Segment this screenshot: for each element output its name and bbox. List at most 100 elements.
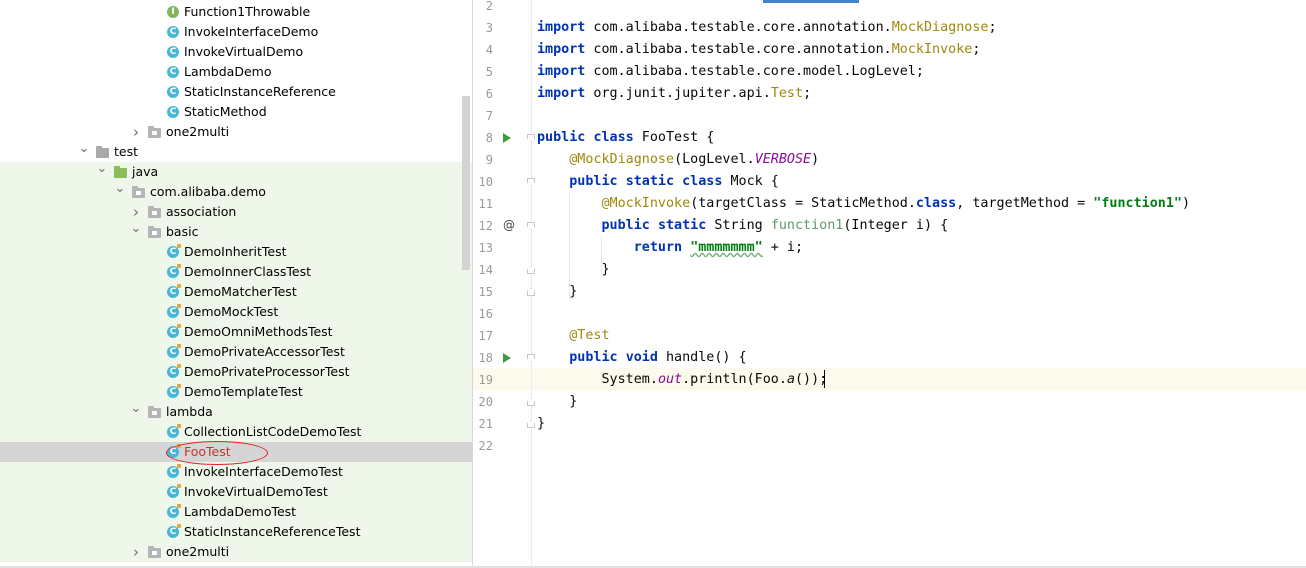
code-line[interactable]: public class FooTest { [537, 127, 714, 149]
tree-item-label: basic [166, 224, 199, 239]
code-token: return [633, 240, 683, 255]
code-token: Test [770, 86, 804, 101]
code-line[interactable]: @Test [537, 325, 609, 347]
class-icon: C [167, 46, 179, 58]
tree-item-lambdademo[interactable]: C LambdaDemo [0, 62, 472, 82]
code-token: public [537, 130, 586, 145]
tree-item-label: java [132, 164, 159, 179]
tree-item-demoprivateaccessortest[interactable]: C DemoPrivateAccessorTest [0, 342, 472, 362]
tree-item-test[interactable]: ⌄ test [0, 142, 472, 162]
tree-item-demoinnerclasstest[interactable]: C DemoInnerClassTest [0, 262, 472, 282]
code-token: MockInvoke [891, 42, 973, 57]
code-token: import [537, 64, 586, 79]
chevron-down-icon[interactable]: ⌄ [130, 402, 142, 422]
tree-item-invokevirtualdemotest[interactable]: C InvokeVirtualDemoTest [0, 482, 472, 502]
code-line[interactable]: } [537, 413, 545, 435]
code-token: } [537, 416, 546, 431]
tree-item-function1throwable[interactable]: I Function1Throwable [0, 2, 472, 22]
code-token: import [537, 42, 586, 57]
line-number: 15 [478, 285, 493, 299]
tree-item-demoinherittest[interactable]: C DemoInheritTest [0, 242, 472, 262]
test-class-icon: C [167, 424, 181, 438]
tree-scrollbar[interactable] [462, 96, 470, 270]
chevron-down-icon[interactable]: ⌄ [130, 222, 142, 242]
chevron-right-icon[interactable]: › [130, 542, 142, 562]
run-test-icon[interactable] [503, 353, 511, 363]
tree-item-demoomnimethodstest[interactable]: C DemoOmniMethodsTest [0, 322, 472, 342]
run-all-tests-icon[interactable] [503, 133, 511, 143]
code-token: void [625, 350, 658, 365]
code-token: "mmmmmmm" [690, 240, 763, 255]
tree-item-demomocktest[interactable]: C DemoMockTest [0, 302, 472, 322]
tree-item-com-alibaba-demo[interactable]: ⌄ com.alibaba.demo [0, 182, 472, 202]
tree-item-label: Function1Throwable [184, 4, 311, 19]
code-token: public [569, 174, 618, 189]
code-line[interactable]: } [537, 281, 577, 303]
tree-item-invokeinterfacedemo[interactable]: C InvokeInterfaceDemo [0, 22, 472, 42]
tree-item-association[interactable]: › association [0, 202, 472, 222]
tree-item-staticmethod[interactable]: C StaticMethod [0, 102, 472, 122]
package-icon [148, 206, 161, 218]
code-line[interactable]: @MockDiagnose(LogLevel.VERBOSE) [537, 149, 819, 171]
tree-item-demomatchertest[interactable]: C DemoMatcherTest [0, 282, 472, 302]
code-line[interactable]: return "mmmmmmm" + i; [537, 237, 803, 259]
code-line[interactable]: import org.junit.jupiter.api.Test; [537, 83, 811, 105]
code-line[interactable]: import com.alibaba.testable.core.model.L… [537, 61, 924, 83]
tree-item-staticinstancereference[interactable]: C StaticInstanceReference [0, 82, 472, 102]
line-number: 14 [478, 263, 493, 277]
tree-item-label: InvokeVirtualDemo [184, 44, 304, 59]
line-number: 16 [478, 307, 493, 321]
tree-item-lambda[interactable]: ⌄ lambda [0, 402, 472, 422]
code-token: com.alibaba.testable.core.annotation. [585, 20, 892, 35]
line-number: 6 [485, 87, 493, 101]
code-line[interactable]: @MockInvoke(targetClass = StaticMethod.c… [537, 193, 1191, 215]
gutter-separator [531, 0, 532, 568]
code-token: System. [537, 372, 658, 387]
indent-guide [601, 237, 602, 277]
tree-item-label: InvokeInterfaceDemoTest [184, 464, 343, 479]
code-token: a [786, 372, 795, 387]
code-line[interactable]: public void handle() { [537, 347, 746, 369]
code-token: static [657, 218, 707, 233]
tree-item-demotemplatetest[interactable]: C DemoTemplateTest [0, 382, 472, 402]
line-number: 13 [478, 241, 493, 255]
tree-item-invokeinterfacedemotest[interactable]: C InvokeInterfaceDemoTest [0, 462, 472, 482]
package-icon [132, 186, 145, 198]
tree-item-label: StaticInstanceReferenceTest [184, 524, 361, 539]
tree-item-invokevirtualdemo[interactable]: C InvokeVirtualDemo [0, 42, 472, 62]
code-token: com.alibaba.testable.core.annotation. [585, 42, 892, 57]
chevron-down-icon[interactable]: ⌄ [114, 182, 126, 202]
tree-item-java[interactable]: ⌄ java [0, 162, 472, 182]
chevron-right-icon[interactable]: › [130, 202, 142, 222]
tree-item-one2multi[interactable]: › one2multi [0, 542, 472, 562]
tree-item-staticinstancereferencetest[interactable]: C StaticInstanceReferenceTest [0, 522, 472, 542]
code-token: , targetMethod = [956, 196, 1094, 211]
code-line[interactable]: System.out.println(Foo.a()); [537, 369, 827, 391]
chevron-right-icon[interactable]: › [130, 122, 142, 142]
tree-item-one2multi[interactable]: › one2multi [0, 122, 472, 142]
code-token: ) [1181, 196, 1191, 211]
code-line[interactable]: } [537, 391, 577, 413]
tree-item-demoprivateprocessortest[interactable]: C DemoPrivateProcessorTest [0, 362, 472, 382]
chevron-down-icon[interactable]: ⌄ [96, 162, 108, 182]
test-class-icon: C [167, 464, 181, 478]
code-line[interactable]: import com.alibaba.testable.core.annotat… [537, 39, 980, 61]
chevron-down-icon[interactable]: ⌄ [78, 142, 90, 162]
tree-item-label: LambdaDemoTest [184, 504, 297, 519]
tree-item-basic[interactable]: ⌄ basic [0, 222, 472, 242]
source-folder-icon [114, 166, 127, 178]
package-icon [148, 406, 161, 418]
test-class-icon: C [167, 384, 181, 398]
indent-guide [569, 193, 570, 299]
tree-item-lambdademotest[interactable]: C LambdaDemoTest [0, 502, 472, 522]
code-line[interactable]: public static String function1(Integer i… [537, 215, 949, 237]
code-line[interactable]: } [537, 259, 609, 281]
code-token: function1 [770, 218, 844, 233]
code-line[interactable]: import com.alibaba.testable.core.annotat… [537, 17, 997, 39]
code-line[interactable]: public static class Mock { [537, 171, 779, 193]
code-token: .println(Foo. [682, 372, 787, 387]
tree-item-collectionlistcodedemotest[interactable]: C CollectionListCodeDemoTest [0, 422, 472, 442]
annotation-marker-icon[interactable]: @ [503, 218, 515, 232]
